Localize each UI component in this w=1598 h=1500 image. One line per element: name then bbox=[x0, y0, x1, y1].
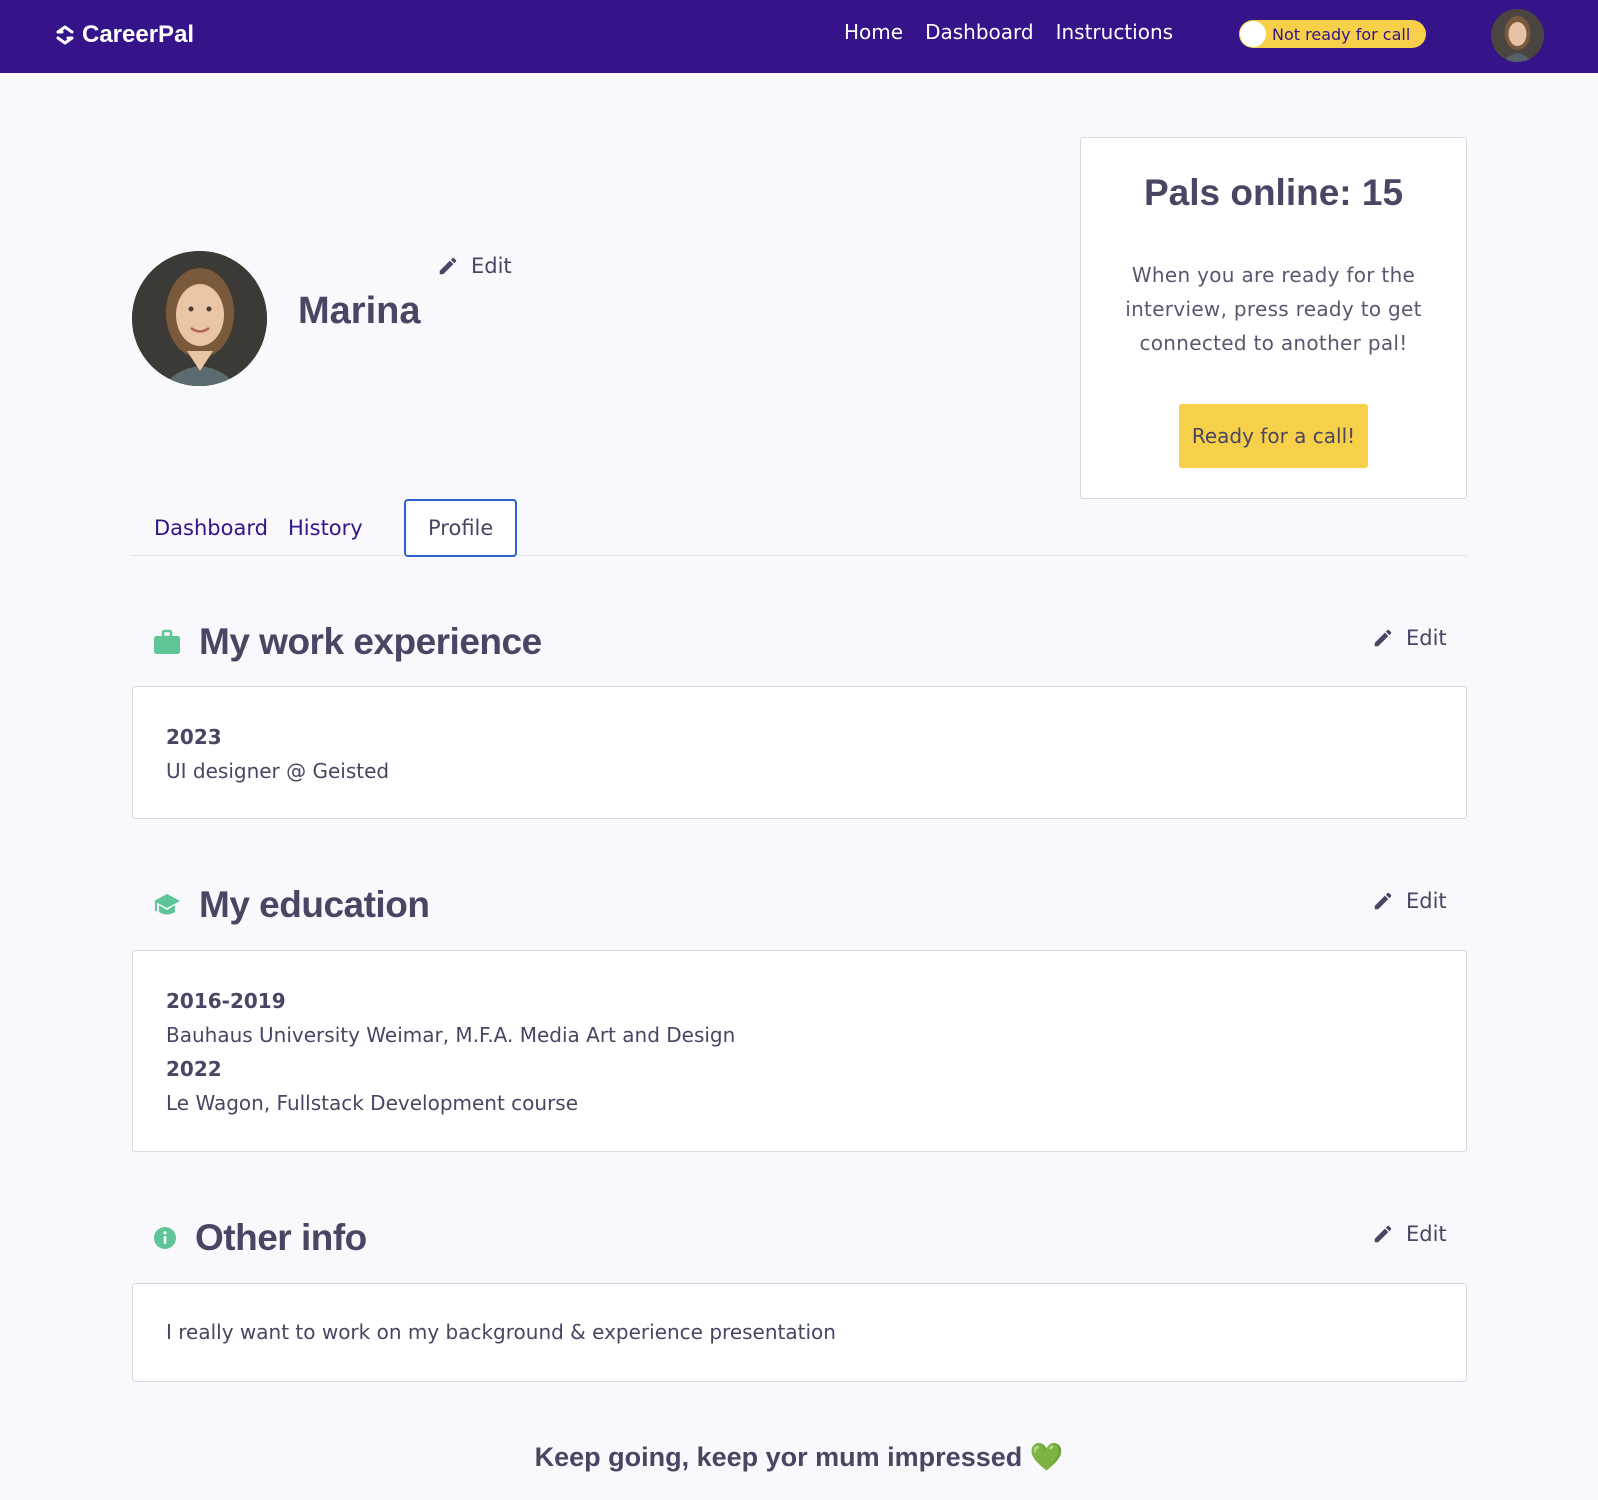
nav-link-dashboard[interactable]: Dashboard bbox=[925, 20, 1034, 44]
ready-for-call-button[interactable]: Ready for a call! bbox=[1179, 404, 1368, 468]
info-icon bbox=[154, 1227, 176, 1249]
list-item: 2023 UI designer @ Geisted bbox=[166, 720, 1433, 788]
work-section-header: My work experience bbox=[153, 621, 542, 663]
work-experience-panel: 2023 UI designer @ Geisted bbox=[132, 686, 1467, 819]
user-avatar-menu[interactable] bbox=[1491, 9, 1544, 62]
briefcase-icon bbox=[154, 629, 180, 654]
brand-name: CareerPal bbox=[82, 21, 195, 48]
nav-links: Home Dashboard Instructions bbox=[844, 20, 1195, 44]
list-item: 2022 Le Wagon, Fullstack Development cou… bbox=[166, 1052, 1433, 1120]
motivation-footer: Keep going, keep yor mum impressed 💚 bbox=[534, 1442, 1064, 1472]
profile-photo bbox=[132, 251, 267, 386]
work-section-title: My work experience bbox=[199, 621, 542, 662]
pals-online-count: Pals online: 15 bbox=[1143, 172, 1404, 213]
edit-education-button[interactable]: Edit bbox=[1372, 889, 1447, 913]
other-info-panel: I really want to work on my background &… bbox=[132, 1283, 1467, 1382]
education-panel: 2016-2019 Bauhaus University Weimar, M.F… bbox=[132, 950, 1467, 1152]
brand-logo-link[interactable]: CareerPal bbox=[54, 18, 194, 52]
edit-label: Edit bbox=[1406, 1222, 1447, 1246]
toggle-label: Not ready for call bbox=[1272, 24, 1411, 44]
nav-link-home[interactable]: Home bbox=[844, 20, 903, 44]
pencil-icon bbox=[1374, 1225, 1392, 1243]
edit-label: Edit bbox=[471, 254, 512, 278]
education-section-header: My education bbox=[153, 884, 430, 926]
education-description: Le Wagon, Fullstack Development course bbox=[166, 1091, 579, 1115]
edit-label: Edit bbox=[1406, 889, 1447, 913]
other-section-title: Other info bbox=[195, 1217, 367, 1258]
nav-link-instructions[interactable]: Instructions bbox=[1056, 20, 1173, 44]
avatar-photo bbox=[1491, 9, 1544, 62]
graduation-cap-icon bbox=[154, 894, 180, 915]
list-item: 2016-2019 Bauhaus University Weimar, M.F… bbox=[166, 984, 1433, 1052]
other-section-header: Other info bbox=[153, 1217, 367, 1259]
pals-online-card: Pals online: 15 When you are ready for t… bbox=[1080, 137, 1467, 499]
tab-profile[interactable]: Profile bbox=[404, 499, 518, 557]
careerpal-logo-icon bbox=[56, 25, 74, 45]
edit-other-button[interactable]: Edit bbox=[1372, 1222, 1447, 1246]
profile-avatar bbox=[132, 251, 267, 386]
pencil-icon bbox=[1374, 892, 1392, 910]
call-ready-toggle[interactable]: Not ready for call bbox=[1239, 20, 1426, 48]
edit-label: Edit bbox=[1406, 626, 1447, 650]
pals-instructions-text: When you are ready for the interview, pr… bbox=[1125, 263, 1422, 355]
navbar: CareerPal Home Dashboard Instructions No… bbox=[0, 0, 1598, 73]
edit-profile-button[interactable]: Edit bbox=[437, 254, 512, 278]
education-description: Bauhaus University Weimar, M.F.A. Media … bbox=[166, 1023, 736, 1047]
work-year: 2023 bbox=[166, 725, 222, 749]
education-year: 2022 bbox=[166, 1057, 222, 1081]
education-year: 2016-2019 bbox=[166, 989, 286, 1013]
education-section-title: My education bbox=[199, 884, 430, 925]
pencil-icon bbox=[439, 257, 457, 275]
edit-work-button[interactable]: Edit bbox=[1372, 626, 1447, 650]
profile-name: Marina bbox=[298, 290, 421, 332]
tab-history[interactable]: History bbox=[266, 499, 385, 557]
work-description: UI designer @ Geisted bbox=[166, 759, 390, 783]
toggle-knob bbox=[1240, 21, 1266, 47]
other-info-text: I really want to work on my background &… bbox=[166, 1320, 836, 1344]
pencil-icon bbox=[1374, 629, 1392, 647]
profile-tabs: Dashboard History Profile bbox=[132, 499, 1467, 557]
